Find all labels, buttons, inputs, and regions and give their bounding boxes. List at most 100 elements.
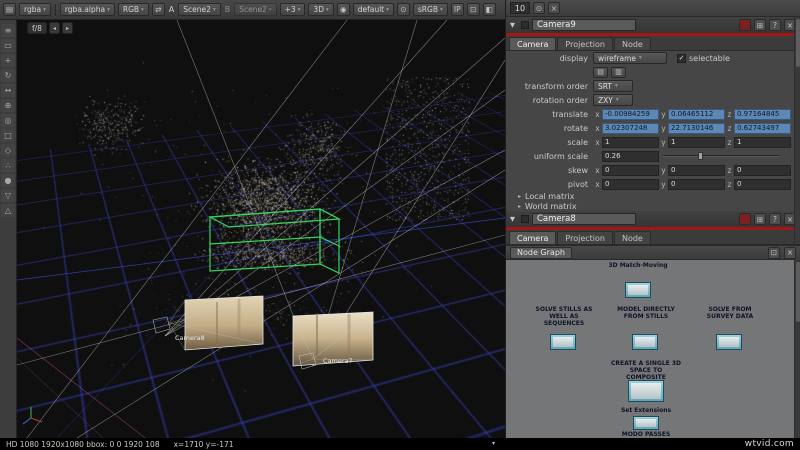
ip-toggle[interactable]: IP (451, 3, 464, 16)
tab-camera[interactable]: Camera (509, 231, 556, 244)
camera8-label[interactable]: Camera8 (175, 334, 205, 342)
translate-y-field[interactable]: 0.06465112 (668, 109, 725, 120)
disclosure-icon[interactable]: ▼ (510, 215, 518, 223)
viewport-3d[interactable]: Camera8 Camera7 f/8 ◂ ▸ (17, 20, 505, 438)
clear-all-icon[interactable]: × (548, 2, 560, 14)
next-arrow-icon[interactable]: ▸ (62, 22, 73, 34)
close-icon[interactable]: × (784, 247, 796, 259)
disclosure-icon[interactable]: ▼ (510, 21, 518, 29)
node-enable-checkbox[interactable] (521, 215, 529, 223)
scrollbar-thumb[interactable] (796, 19, 800, 67)
scale-tool-icon[interactable]: ↔ (1, 84, 15, 97)
center-node-icon[interactable]: ⊞ (754, 19, 766, 31)
pin-icon[interactable]: ⊙ (533, 2, 545, 14)
node-composite-space[interactable] (628, 380, 664, 402)
scrollbar-thumb[interactable] (796, 262, 800, 322)
pivot-y-field[interactable]: 0 (668, 179, 725, 190)
local-matrix-row[interactable]: ▸ Local matrix (506, 191, 800, 201)
proxy-icon[interactable]: ◧ (483, 3, 496, 16)
layer-dropdown[interactable]: rgba ▾ (19, 3, 51, 16)
selectable-checkbox[interactable]: ✓ (677, 54, 686, 63)
node-3d-matchmoving[interactable] (625, 282, 651, 298)
tab-node[interactable]: Node (614, 37, 651, 50)
translate-tool-icon[interactable]: + (1, 54, 15, 67)
select-tool-icon[interactable]: ▭ (1, 39, 15, 52)
geometry-tool-icon[interactable]: □ (1, 129, 15, 142)
world-matrix-row[interactable]: ▸ World matrix (506, 201, 800, 211)
points-tool-icon[interactable]: ∴ (1, 159, 15, 172)
skew-y-field[interactable]: 0 (668, 165, 725, 176)
display-tool-icon[interactable]: ▽ (1, 189, 15, 202)
slider-handle[interactable] (698, 152, 703, 160)
tab-projection[interactable]: Projection (557, 37, 613, 50)
rotate-tool-icon[interactable]: ↻ (1, 69, 15, 82)
view-mode-dropdown[interactable]: 3D ▾ (308, 3, 333, 16)
light-tool-icon[interactable]: ◇ (1, 144, 15, 157)
camera8-title-field[interactable]: Camera8 (532, 213, 636, 225)
rotate-z-field[interactable]: 0.62743497 (734, 123, 791, 134)
node-color-swatch[interactable] (739, 213, 751, 225)
node-solve-from-survey[interactable] (716, 334, 742, 350)
roi-icon[interactable]: ⊡ (467, 3, 480, 16)
transform-order-row: transform order SRT ▾ (506, 79, 800, 93)
scale-y-field[interactable]: 1 (668, 137, 725, 148)
gain-dropdown[interactable]: +3 ▾ (280, 3, 306, 16)
viewer-layout-icon[interactable]: ▤ (3, 3, 16, 16)
skew-x-field[interactable]: 0 (602, 165, 659, 176)
camera9-title-field[interactable]: Camera9 (532, 19, 636, 31)
transform-order-dropdown[interactable]: SRT ▾ (593, 80, 633, 92)
float-panel-icon[interactable]: ⊡ (768, 247, 780, 259)
axis-tool-icon[interactable]: ⊕ (1, 99, 15, 112)
node-graph-canvas[interactable]: 3D Match-Moving SOLVE STILLS AS WELL AS … (506, 260, 800, 439)
help-icon[interactable]: ? (769, 213, 781, 225)
input-a-dropdown[interactable]: Scene2 ▾ (178, 3, 220, 16)
display-channel-dropdown[interactable]: RGB ▾ (118, 3, 149, 16)
misc-tool-icon[interactable]: △ (1, 204, 15, 217)
uniform-scale-field[interactable]: 0.26 (602, 151, 659, 162)
translate-z-field[interactable]: 0.97164845 (734, 109, 791, 120)
render-tool-icon[interactable]: ● (1, 174, 15, 187)
properties-bin-count[interactable]: 10 (510, 2, 530, 14)
swap-ab-icon[interactable]: ⇄ (152, 3, 165, 16)
display-dropdown[interactable]: wireframe ▾ (593, 52, 667, 64)
translate-label: translate (509, 110, 593, 119)
scale-z-field[interactable]: 1 (734, 137, 791, 148)
display-option-b-button[interactable]: ▥ (611, 67, 626, 78)
node-set-extensions[interactable] (633, 416, 659, 430)
camera-tool-icon[interactable]: ◎ (1, 114, 15, 127)
tab-projection[interactable]: Projection (557, 231, 613, 244)
node-graph-tab[interactable]: Node Graph (510, 247, 572, 259)
node-solve-stills[interactable] (550, 334, 576, 350)
rotate-x-field[interactable]: 3.02307248 (602, 123, 659, 134)
camera-icon[interactable]: ◉ (337, 3, 350, 16)
input-b-dropdown[interactable]: Scene2 ▾ (234, 3, 276, 16)
selection-bbox[interactable] (210, 209, 339, 273)
prev-arrow-icon[interactable]: ◂ (49, 22, 60, 34)
help-icon[interactable]: ? (769, 19, 781, 31)
node-color-swatch[interactable] (739, 19, 751, 31)
node-model-from-stills[interactable] (632, 334, 658, 350)
rotation-order-dropdown[interactable]: ZXY ▾ (593, 94, 633, 106)
node-graph-scrollbar[interactable] (794, 259, 800, 438)
viewer-camera-dropdown[interactable]: default ▾ (353, 3, 394, 16)
uniform-scale-slider[interactable] (663, 151, 779, 161)
center-node-icon[interactable]: ⊞ (754, 213, 766, 225)
menu-icon[interactable]: ≡ (1, 24, 15, 37)
pivot-z-field[interactable]: 0 (734, 179, 791, 190)
display-option-a-button[interactable]: ▤ (593, 67, 608, 78)
translate-x-field[interactable]: -0.00984259 (602, 109, 659, 120)
rotate-y-field[interactable]: 22.7130146 (668, 123, 725, 134)
tab-camera[interactable]: Camera (509, 37, 556, 50)
lock-icon[interactable]: ⊙ (397, 3, 410, 16)
tab-node[interactable]: Node (614, 231, 651, 244)
scale-x-field[interactable]: 1 (602, 137, 659, 148)
status-menu-icon[interactable]: ▾ (492, 440, 495, 447)
colorspace-dropdown[interactable]: sRGB ▾ (413, 3, 448, 16)
skew-z-field[interactable]: 0 (734, 165, 791, 176)
node-enable-checkbox[interactable] (521, 21, 529, 29)
properties-scrollbar[interactable] (794, 17, 800, 244)
camera7-label[interactable]: Camera7 (323, 357, 353, 365)
fstop-value[interactable]: f/8 (27, 22, 47, 34)
pivot-x-field[interactable]: 0 (602, 179, 659, 190)
alpha-channel-dropdown[interactable]: rgba.alpha ▾ (60, 3, 115, 16)
